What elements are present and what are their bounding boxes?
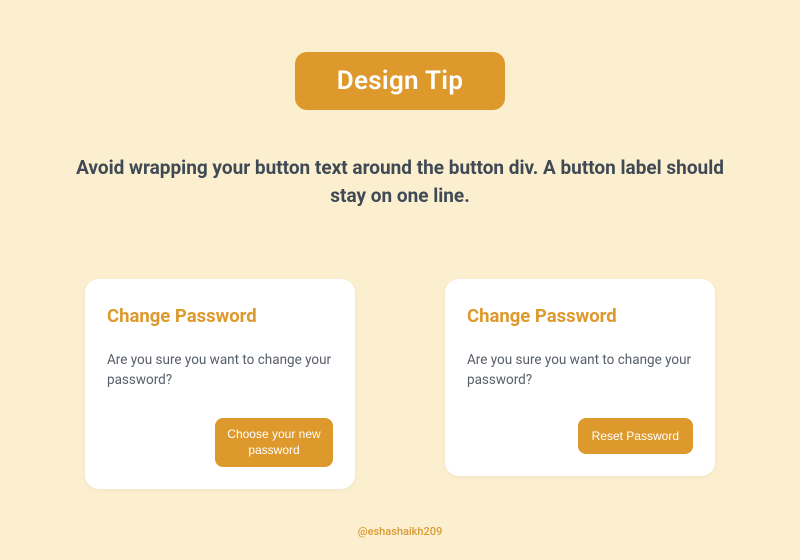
card-body-text: Are you sure you want to change your pas… <box>467 351 693 390</box>
good-example-card: Change Password Are you sure you want to… <box>445 279 715 476</box>
card-body-text: Are you sure you want to change your pas… <box>107 351 333 390</box>
example-cards-row: Change Password Are you sure you want to… <box>85 279 715 489</box>
author-credit: @eshashaikh209 <box>0 525 800 538</box>
bad-example-card: Change Password Are you sure you want to… <box>85 279 355 489</box>
card-title: Change Password <box>467 305 693 327</box>
choose-new-password-button[interactable]: Choose your new password <box>215 418 333 466</box>
card-title: Change Password <box>107 305 333 327</box>
button-row: Reset Password <box>467 418 693 454</box>
reset-password-button[interactable]: Reset Password <box>578 418 693 454</box>
tip-description: Avoid wrapping your button text around t… <box>70 154 730 209</box>
design-tip-badge: Design Tip <box>295 52 506 110</box>
button-row: Choose your new password <box>107 418 333 466</box>
